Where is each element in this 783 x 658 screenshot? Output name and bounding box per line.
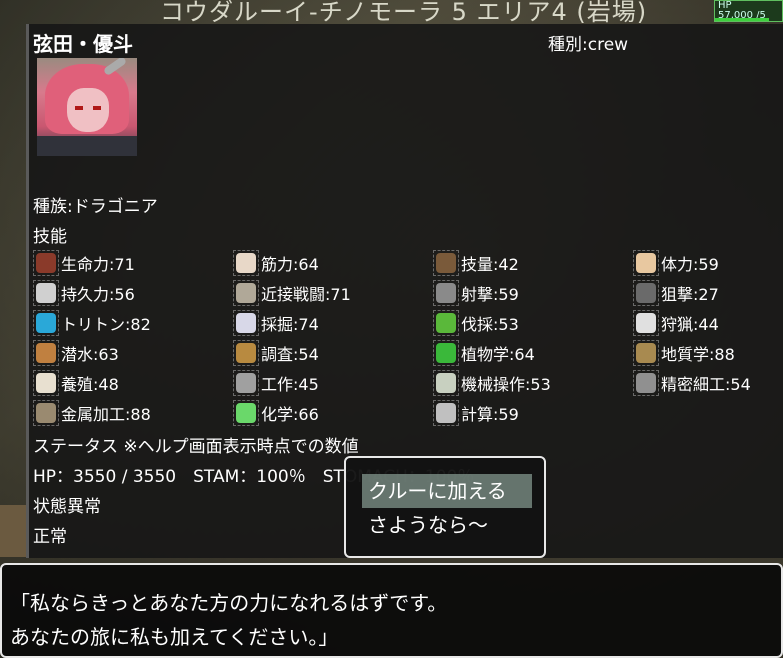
skill-entry: 工作:45 [233, 370, 319, 396]
character-portrait [37, 58, 137, 156]
skill-label: 狙撃:27 [661, 285, 719, 304]
hp-fill-bar [715, 18, 769, 21]
skill-label: 伐採:53 [461, 315, 519, 334]
skill-entry: 化学:66 [233, 400, 319, 426]
paw-icon [633, 310, 659, 336]
skill-entry: 狩猟:44 [633, 310, 719, 336]
skill-entry: 養殖:48 [33, 370, 119, 396]
body-icon [633, 250, 659, 276]
skill-label: 養殖:48 [61, 375, 119, 394]
skill-label: トリトン:82 [61, 315, 151, 334]
leaf-icon [433, 310, 459, 336]
telescope-icon [233, 340, 259, 366]
portrait-eye [75, 106, 83, 110]
status-title: ステータス ※ヘルプ画面表示時点での数値 [33, 437, 359, 457]
skill-entry: 計算:59 [433, 400, 519, 426]
rifle-icon [633, 280, 659, 306]
skill-label: 狩猟:44 [661, 315, 719, 334]
cube-icon [33, 310, 59, 336]
character-type: 種別:crew [548, 35, 629, 55]
skill-label: 採掘:74 [261, 315, 319, 334]
calculator-icon [433, 400, 459, 426]
choice-window: クルーに加える さようなら～ [344, 456, 546, 558]
flask-icon [233, 400, 259, 426]
skill-entry: 持久力:56 [33, 280, 135, 306]
abnormal-status-value: 正常 [33, 527, 67, 547]
skill-entry: 採掘:74 [233, 310, 319, 336]
skill-entry: 体力:59 [633, 250, 719, 276]
arm-icon [233, 250, 259, 276]
skill-entry: 生命力:71 [33, 250, 135, 276]
skills-title: 技能 [33, 227, 67, 247]
tweezers-icon [633, 370, 659, 396]
choice-goodbye[interactable]: さようなら～ [362, 508, 532, 542]
abnormal-status-title: 状態異常 [33, 497, 101, 517]
skill-entry: 精密細工:54 [633, 370, 751, 396]
skill-label: 筋力:64 [261, 255, 319, 274]
message-line-1: 「私ならきっとあなた方の力になれるはずです。 [10, 591, 448, 615]
message-line-2: あなたの旅に私も加えてください。」 [10, 625, 339, 649]
skill-label: 近接戦闘:71 [261, 285, 351, 304]
skill-label: 工作:45 [261, 375, 319, 394]
hp-gauge: HP 57,000 /5 [714, 0, 783, 22]
message-window[interactable]: 「私ならきっとあなた方の力になれるはずです。 あなたの旅に私も加えてください。」 [0, 563, 783, 658]
machine-icon [433, 370, 459, 396]
skill-label: 化学:66 [261, 405, 319, 424]
skill-label: 調査:54 [261, 345, 319, 364]
chicken-icon [33, 370, 59, 396]
skill-label: 持久力:56 [61, 285, 135, 304]
skill-label: 地質学:88 [661, 345, 735, 364]
skill-entry: 射撃:59 [433, 280, 519, 306]
skill-entry: 金属加工:88 [33, 400, 151, 426]
skill-label: 体力:59 [661, 255, 719, 274]
map-title: コウダルーイ-チノモーラ 5 エリア4 (岩場) [160, 0, 648, 26]
skill-label: 生命力:71 [61, 255, 135, 274]
skill-entry: 植物学:64 [433, 340, 535, 366]
heart-icon [33, 250, 59, 276]
background-strip [0, 505, 26, 557]
skill-entry: 地質学:88 [633, 340, 735, 366]
skill-entry: 近接戦闘:71 [233, 280, 351, 306]
skill-label: 精密細工:54 [661, 375, 751, 394]
skill-entry: 筋力:64 [233, 250, 319, 276]
brush-icon [433, 250, 459, 276]
choice-add-to-crew[interactable]: クルーに加える [362, 474, 532, 508]
skill-entry: 潜水:63 [33, 340, 119, 366]
character-name: 弦田・優斗 [33, 32, 133, 56]
portrait-face [67, 88, 109, 132]
plant-icon [433, 340, 459, 366]
character-race: 種族:ドラゴニア [33, 197, 158, 217]
skill-entry: 狙撃:27 [633, 280, 719, 306]
snorkel-icon [33, 340, 59, 366]
portrait-eye [93, 106, 101, 110]
skill-entry: 伐採:53 [433, 310, 519, 336]
skill-label: 金属加工:88 [61, 405, 151, 424]
skill-label: 技量:42 [461, 255, 519, 274]
gun-icon [433, 280, 459, 306]
wrench-icon [233, 370, 259, 396]
skill-label: 植物学:64 [461, 345, 535, 364]
rock-icon [633, 340, 659, 366]
skill-entry: 調査:54 [233, 340, 319, 366]
portrait-armor [37, 136, 137, 156]
skill-entry: 技量:42 [433, 250, 519, 276]
claw-icon [233, 280, 259, 306]
skill-entry: 機械操作:53 [433, 370, 551, 396]
skill-label: 潜水:63 [61, 345, 119, 364]
battery-icon [33, 280, 59, 306]
skill-label: 射撃:59 [461, 285, 519, 304]
skill-label: 計算:59 [461, 405, 519, 424]
crystal-icon [233, 310, 259, 336]
skill-label: 機械操作:53 [461, 375, 551, 394]
skill-entry: トリトン:82 [33, 310, 151, 336]
hammer-icon [33, 400, 59, 426]
